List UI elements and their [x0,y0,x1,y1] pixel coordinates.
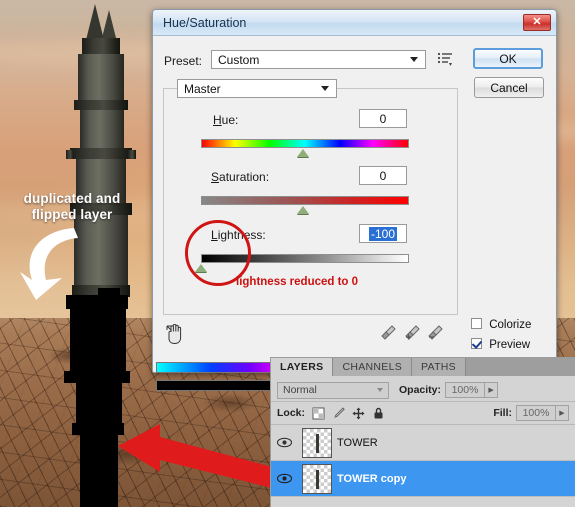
shadow-segment [70,309,126,375]
thumbnail-tower-shape [316,469,319,489]
on-image-adjust-hand-icon[interactable] [165,324,185,346]
preset-select[interactable]: Custom [211,50,426,69]
lock-position-icon[interactable] [352,407,365,420]
eye-icon[interactable] [271,473,297,484]
blend-mode-value: Normal [283,384,317,396]
eyedropper-icon[interactable] [381,324,397,342]
cancel-button[interactable]: Cancel [474,77,544,98]
channel-select[interactable]: Master [177,79,337,98]
eyedropper-plus-icon[interactable] [404,324,422,342]
tab-layers[interactable]: LAYERS [271,358,334,376]
lock-label: Lock: [277,407,306,419]
annotation-line-2: flipped layer [31,207,113,222]
preset-label: Preset: [164,54,203,68]
lock-transparency-icon[interactable] [312,407,325,420]
preview-checkbox-row[interactable]: Preview [471,338,530,351]
shadow-segment [80,435,118,507]
dialog-body: Preset: Custom OK Cancel Master Hue: 0 S… [153,36,556,391]
fill-stepper[interactable]: ▶ [556,405,569,421]
annotation-line-1: duplicated and [23,191,121,206]
close-icon[interactable]: ✕ [523,14,551,31]
thumbnail-checker [302,463,332,494]
hue-slider-track[interactable] [201,139,409,148]
hue-slider-thumb[interactable] [297,149,309,157]
blend-opacity-row: Normal Opacity: 100% ▶ [271,379,575,401]
tab-paths[interactable]: PATHS [412,358,466,376]
lightness-input[interactable]: -100 [359,224,407,243]
red-annotation-lightness: lightness reduced to 0 [236,276,359,288]
hue-input[interactable]: 0 [359,109,407,128]
thumbnail-checker [302,427,332,458]
fill-label: Fill: [493,407,512,419]
shadow-segment [64,371,130,383]
tab-channels[interactable]: CHANNELS [333,358,413,376]
annotation-duplicated-flipped: duplicated and flipped layer [2,191,142,223]
thumbnail-tower-shape [316,433,319,453]
chevron-down-icon [410,57,418,62]
white-curved-arrow-icon [20,228,78,300]
fill-value[interactable]: 100% [516,405,556,421]
chevron-down-icon [321,86,329,91]
layer-thumbnail[interactable] [297,463,337,494]
saturation-label-text: aturation: [219,170,270,184]
preview-checkbox[interactable] [471,338,482,349]
preview-label: Preview [489,339,531,351]
saturation-slider-thumb[interactable] [297,206,309,214]
opacity-value[interactable]: 100% [445,382,486,398]
opacity-stepper[interactable]: ▶ [485,382,499,398]
tab-bar-filler [465,358,575,376]
shadow-segment [98,288,120,312]
shadow-segment [76,383,122,425]
ok-button[interactable]: OK [473,48,543,69]
preset-options-icon[interactable] [437,51,454,67]
lock-fill-row: Lock: Fill: 100% ▶ [271,402,575,424]
channel-value: Master [184,81,221,96]
blend-mode-select[interactable]: Normal [277,381,389,399]
shadow-segment [72,423,124,435]
layers-panel[interactable]: LAYERS CHANNELS PATHS Normal Opacity: 10… [270,357,575,507]
lock-image-icon[interactable] [332,406,345,420]
eye-icon[interactable] [271,437,297,448]
saturation-input[interactable]: 0 [359,166,407,185]
opacity-label: Opacity: [399,384,442,396]
saturation-label: Saturation: [211,170,270,184]
hue-label: Hue: [213,113,239,127]
saturation-slider-track[interactable] [201,196,409,205]
eyedropper-minus-icon[interactable] [427,324,445,342]
lock-all-icon[interactable] [372,407,385,420]
hue-label-text: ue: [221,113,239,127]
chevron-down-icon [377,388,383,392]
colorize-label: Colorize [489,319,532,331]
dialog-title: Hue/Saturation [163,15,247,30]
preset-value: Custom [218,52,260,67]
hue-saturation-dialog[interactable]: Hue/Saturation ✕ Preset: Custom OK Cance… [152,9,557,391]
colorize-checkbox-row[interactable]: Colorize [471,318,531,331]
layer-name: TOWER copy [337,472,407,485]
panel-tab-bar[interactable]: LAYERS CHANNELS PATHS [271,358,575,376]
table-row[interactable]: TOWER copy [271,461,575,497]
table-row[interactable]: TOWER [271,425,575,461]
dialog-titlebar[interactable]: Hue/Saturation ✕ [153,10,556,36]
colorize-checkbox[interactable] [471,318,482,329]
layer-thumbnail[interactable] [297,427,337,458]
layer-name: TOWER [337,436,378,449]
